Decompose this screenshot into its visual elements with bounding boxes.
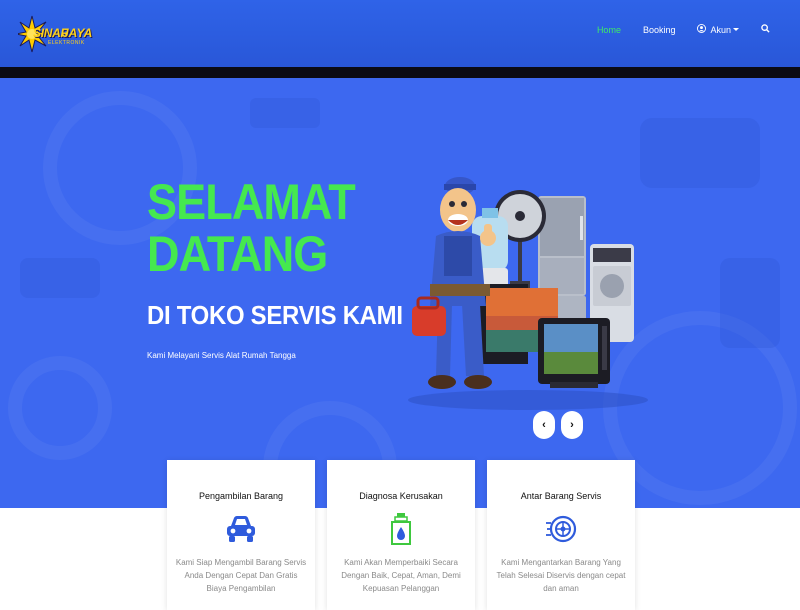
- service-card-title: Diagnosa Kerusakan: [359, 491, 443, 501]
- chevron-down-icon: [733, 28, 739, 31]
- nav-home-link[interactable]: Home: [597, 25, 621, 35]
- nav-account-dropdown[interactable]: Akun: [697, 24, 739, 35]
- hero-subtitle: DI TOKO SERVIS KAMI: [147, 300, 403, 330]
- service-card-title: Pengambilan Barang: [198, 491, 284, 501]
- slider-next-button[interactable]: ›: [561, 411, 583, 439]
- logo-tagline: ELEKTRONIK: [48, 40, 85, 46]
- brand-logo[interactable]: SINAR JAYA ELEKTRONIK: [18, 14, 93, 54]
- oil-can-icon: [385, 512, 417, 546]
- delivery-wheel-icon: [545, 512, 577, 546]
- main-nav: Home Booking Akun: [575, 24, 770, 35]
- search-icon: [761, 24, 770, 35]
- service-card-title: Antar Barang Servis: [520, 491, 602, 501]
- service-card-text: Kami Akan Memperbaiki Secara Dengan Baik…: [341, 558, 461, 593]
- service-card-text: Kami Siap Mengambil Barang Servis Anda D…: [175, 558, 307, 593]
- car-icon: [225, 512, 257, 546]
- service-card-delivery: Antar Barang Servis Kami Mengantarkan Ba…: [487, 460, 635, 610]
- nav-booking-link[interactable]: Booking: [643, 25, 676, 35]
- navbar: SINAR JAYA ELEKTRONIK Home Booking Akun: [0, 0, 800, 67]
- service-card-text: Kami Mengantarkan Barang Yang Telah Sele…: [496, 558, 626, 593]
- hero-slider: SELAMAT DATANG DI TOKO SERVIS KAMI Kami …: [0, 78, 800, 508]
- chevron-left-icon: ‹: [542, 419, 546, 431]
- nav-account-label: Akun: [710, 24, 731, 35]
- navbar-divider: [0, 67, 800, 78]
- hero-title: SELAMAT DATANG: [147, 174, 356, 282]
- services-section: Pengambilan Barang Kami Siap Mengambil B…: [0, 460, 800, 610]
- technician-appliances-illustration: [408, 177, 648, 410]
- user-icon: [697, 24, 707, 35]
- service-card-pickup: Pengambilan Barang Kami Siap Mengambil B…: [167, 460, 315, 610]
- search-button[interactable]: [761, 24, 770, 35]
- chevron-right-icon: ›: [570, 419, 574, 431]
- logo-word-2: JAYA: [62, 26, 93, 40]
- service-card-diagnosis: Diagnosa Kerusakan Kami Akan Memperbaiki…: [327, 460, 475, 610]
- hero-description: Kami Melayani Servis Alat Rumah Tangga: [147, 351, 296, 360]
- slider-prev-button[interactable]: ‹: [533, 411, 555, 439]
